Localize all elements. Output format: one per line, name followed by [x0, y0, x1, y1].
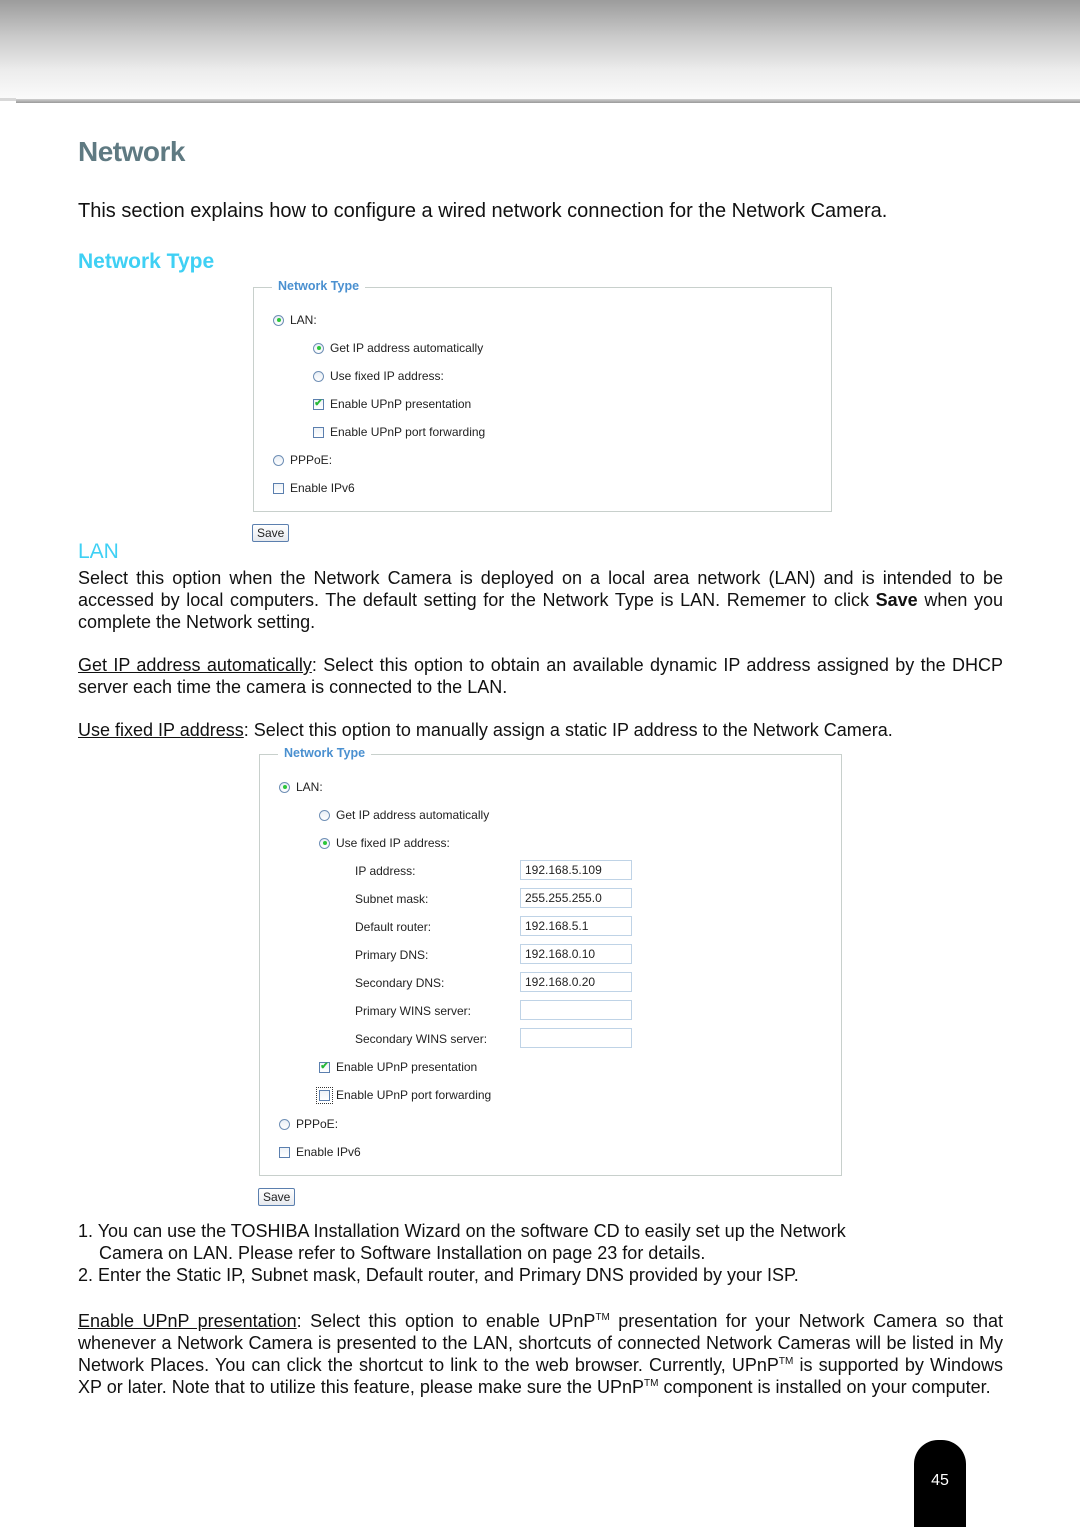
trademark-mark: TM — [643, 1378, 659, 1389]
checkbox-upnp-port-forwarding[interactable] — [313, 426, 324, 438]
upnp-port-forwarding-label: Enable UPnP port forwarding — [330, 425, 486, 439]
primary-wins-input[interactable] — [520, 1000, 632, 1020]
lan-description-text: Select this option when the Network Came… — [78, 568, 1003, 610]
radio-use-fixed-ip[interactable] — [313, 370, 324, 382]
upnp-port-forwarding-option[interactable]: Enable UPnP port forwarding — [316, 1086, 492, 1104]
lan-description: Select this option when the Network Came… — [78, 567, 1003, 633]
upnp-presentation-label: Enable UPnP presentation — [336, 1060, 478, 1074]
ipv6-label: Enable IPv6 — [290, 481, 355, 495]
header-rule-stub — [0, 98, 16, 101]
trademark-mark: TM — [595, 1312, 610, 1323]
checkbox-upnp-port-forwarding[interactable] — [316, 1086, 333, 1104]
checkbox-ipv6[interactable] — [279, 1146, 290, 1158]
pppoe-option[interactable]: PPPoE: — [273, 452, 332, 468]
use-fixed-ip-desc: : Select this option to manually assign … — [243, 720, 893, 740]
subnet-mask-input[interactable] — [520, 888, 632, 908]
save-emphasis: Save — [875, 590, 918, 610]
network-type-panel-fixed: Network Type LAN: Get IP address automat… — [259, 746, 842, 1176]
note-2: 2. Enter the Static IP, Subnet mask, Def… — [78, 1265, 799, 1285]
get-ip-auto-option[interactable]: Get IP address automatically — [319, 807, 489, 823]
get-ip-auto-label: Get IP address automatically — [330, 341, 484, 355]
primary-dns-input[interactable] — [520, 944, 632, 964]
radio-use-fixed-ip[interactable] — [319, 837, 330, 849]
radio-lan[interactable] — [279, 781, 290, 793]
upnp-term: Enable UPnP presentation — [78, 1311, 297, 1331]
use-fixed-ip-description: Use fixed IP address: Select this option… — [78, 719, 1003, 741]
upnp-description: Enable UPnP presentation: Select this op… — [78, 1310, 1003, 1398]
page-title: Network — [78, 136, 185, 167]
upnp-presentation-option[interactable]: ✔ Enable UPnP presentation — [319, 1059, 477, 1075]
get-ip-auto-term: Get IP address automatically — [78, 655, 312, 675]
primary-dns-label: Primary DNS: — [355, 948, 429, 962]
get-ip-auto-description: Get IP address automatically: Select thi… — [78, 654, 1003, 698]
pppoe-option[interactable]: PPPoE: — [279, 1116, 338, 1132]
radio-get-ip-auto[interactable] — [313, 342, 324, 354]
upnp-desc-4: component is installed on your computer. — [658, 1377, 991, 1397]
panel-legend: Network Type — [272, 279, 366, 293]
use-fixed-ip-option[interactable]: Use fixed IP address: — [319, 835, 450, 851]
subnet-mask-label: Subnet mask: — [355, 892, 429, 906]
ipv6-option[interactable]: Enable IPv6 — [273, 480, 355, 496]
checkbox-upnp-presentation[interactable]: ✔ — [319, 1061, 330, 1073]
upnp-port-forwarding-label: Enable UPnP port forwarding — [336, 1088, 492, 1102]
checkbox-ipv6[interactable] — [273, 482, 284, 494]
trademark-mark: TM — [778, 1356, 794, 1367]
note-1: 1. You can use the TOSHIBA Installation … — [78, 1220, 1003, 1264]
lan-label: LAN: — [296, 780, 323, 794]
section-heading-lan: LAN — [78, 540, 119, 563]
use-fixed-ip-label: Use fixed IP address: — [330, 369, 444, 383]
secondary-dns-input[interactable] — [520, 972, 632, 992]
lan-option[interactable]: LAN: — [279, 779, 323, 795]
ipv6-label: Enable IPv6 — [296, 1145, 361, 1159]
save-button[interactable]: Save — [252, 524, 290, 542]
get-ip-auto-label: Get IP address automatically — [336, 808, 490, 822]
page-header-band — [0, 0, 1080, 100]
pppoe-label: PPPoE: — [290, 453, 333, 467]
radio-get-ip-auto[interactable] — [319, 809, 330, 821]
radio-pppoe[interactable] — [279, 1118, 290, 1130]
lan-option[interactable]: LAN: — [273, 312, 317, 328]
intro-text: This section explains how to configure a… — [78, 200, 888, 222]
ip-address-input[interactable] — [520, 860, 632, 880]
use-fixed-ip-term: Use fixed IP address — [78, 720, 244, 740]
radio-lan[interactable] — [273, 314, 284, 326]
upnp-presentation-option[interactable]: ✔ Enable UPnP presentation — [313, 396, 471, 412]
save-button[interactable]: Save — [258, 1188, 296, 1206]
note-1-line-1: 1. You can use the TOSHIBA Installation … — [78, 1221, 846, 1241]
lan-label: LAN: — [290, 313, 317, 327]
section-heading-network-type: Network Type — [78, 250, 215, 273]
upnp-port-forwarding-option[interactable]: Enable UPnP port forwarding — [313, 424, 485, 440]
check-icon: ✔ — [314, 398, 323, 409]
radio-pppoe[interactable] — [273, 454, 284, 466]
primary-wins-label: Primary WINS server: — [355, 1004, 472, 1018]
upnp-desc-1: : Select this option to enable UPnP — [296, 1311, 596, 1331]
ip-address-label: IP address: — [355, 864, 416, 878]
pppoe-label: PPPoE: — [296, 1117, 339, 1131]
upnp-presentation-label: Enable UPnP presentation — [330, 397, 472, 411]
page-number: 45 — [931, 1471, 949, 1489]
note-1-line-2: Camera on LAN. Please refer to Software … — [99, 1243, 706, 1263]
default-router-label: Default router: — [355, 920, 432, 934]
use-fixed-ip-option[interactable]: Use fixed IP address: — [313, 368, 444, 384]
secondary-wins-input[interactable] — [520, 1028, 632, 1048]
header-rule — [16, 99, 1080, 103]
ipv6-option[interactable]: Enable IPv6 — [279, 1144, 361, 1160]
use-fixed-ip-label: Use fixed IP address: — [336, 836, 450, 850]
page-number-tab: 45 — [914, 1440, 966, 1527]
secondary-wins-label: Secondary WINS server: — [355, 1032, 488, 1046]
default-router-input[interactable] — [520, 916, 632, 936]
secondary-dns-label: Secondary DNS: — [355, 976, 445, 990]
panel-legend: Network Type — [278, 746, 372, 760]
checkbox-upnp-presentation[interactable]: ✔ — [313, 398, 324, 410]
check-icon: ✔ — [320, 1061, 329, 1072]
get-ip-auto-option[interactable]: Get IP address automatically — [313, 340, 483, 356]
network-type-panel-auto: Network Type LAN: Get IP address automat… — [253, 279, 832, 512]
